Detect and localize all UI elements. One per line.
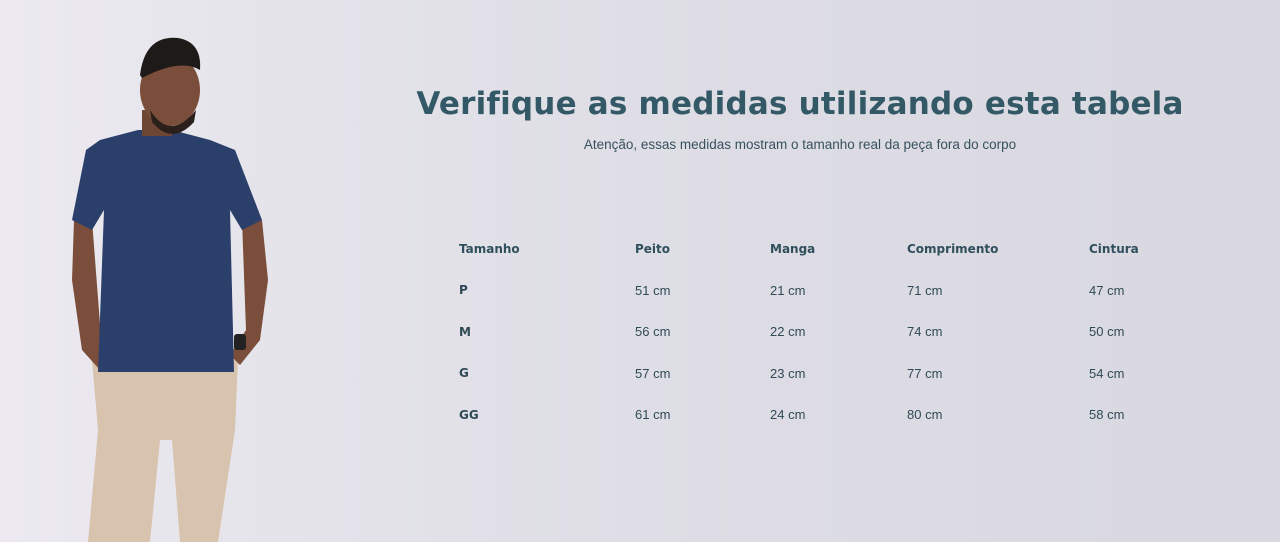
table-row: GG 61 cm 24 cm 80 cm 58 cm: [452, 394, 1179, 436]
cell-manga: 22 cm: [770, 324, 806, 340]
cell-cintura: 54 cm: [1089, 365, 1125, 381]
cell-cintura: 47 cm: [1089, 282, 1125, 298]
page-title: Verifique as medidas utilizando esta tab…: [416, 86, 1184, 122]
cell-size: M: [459, 324, 471, 339]
model-photo: [72, 37, 268, 542]
t-shirt: [72, 130, 262, 372]
cell-manga: 23 cm: [770, 365, 806, 381]
header-comprimento: Comprimento: [907, 241, 999, 256]
watch: [234, 334, 246, 350]
table-header-row: Tamanho Peito Manga Comprimento Cintura: [452, 228, 1179, 270]
table-row: G 57 cm 23 cm 77 cm 54 cm: [452, 353, 1179, 395]
pants: [88, 360, 238, 542]
cell-comprimento: 80 cm: [907, 407, 943, 423]
cell-size: P: [459, 283, 468, 298]
header-peito: Peito: [635, 241, 671, 256]
cell-comprimento: 77 cm: [907, 365, 943, 381]
cell-cintura: 50 cm: [1089, 324, 1125, 340]
header-cintura: Cintura: [1089, 241, 1139, 256]
table-row: M 56 cm 22 cm 74 cm 50 cm: [452, 311, 1179, 353]
cell-peito: 61 cm: [635, 407, 671, 423]
page-subtitle: Atenção, essas medidas mostram o tamanho…: [583, 137, 1017, 152]
cell-peito: 57 cm: [635, 365, 671, 381]
cell-manga: 21 cm: [770, 282, 806, 298]
cell-size: G: [459, 366, 469, 381]
cell-size: GG: [459, 407, 479, 422]
cell-peito: 51 cm: [635, 282, 671, 298]
cell-comprimento: 71 cm: [907, 282, 943, 298]
cell-comprimento: 74 cm: [907, 324, 943, 340]
cell-cintura: 58 cm: [1089, 407, 1125, 423]
table-row: P 51 cm 21 cm 71 cm 47 cm: [452, 270, 1179, 312]
header-tamanho: Tamanho: [459, 241, 520, 256]
cell-peito: 56 cm: [635, 324, 671, 340]
cell-manga: 24 cm: [770, 407, 806, 423]
size-table: Tamanho Peito Manga Comprimento Cintura …: [452, 228, 1179, 436]
header-manga: Manga: [770, 241, 816, 256]
